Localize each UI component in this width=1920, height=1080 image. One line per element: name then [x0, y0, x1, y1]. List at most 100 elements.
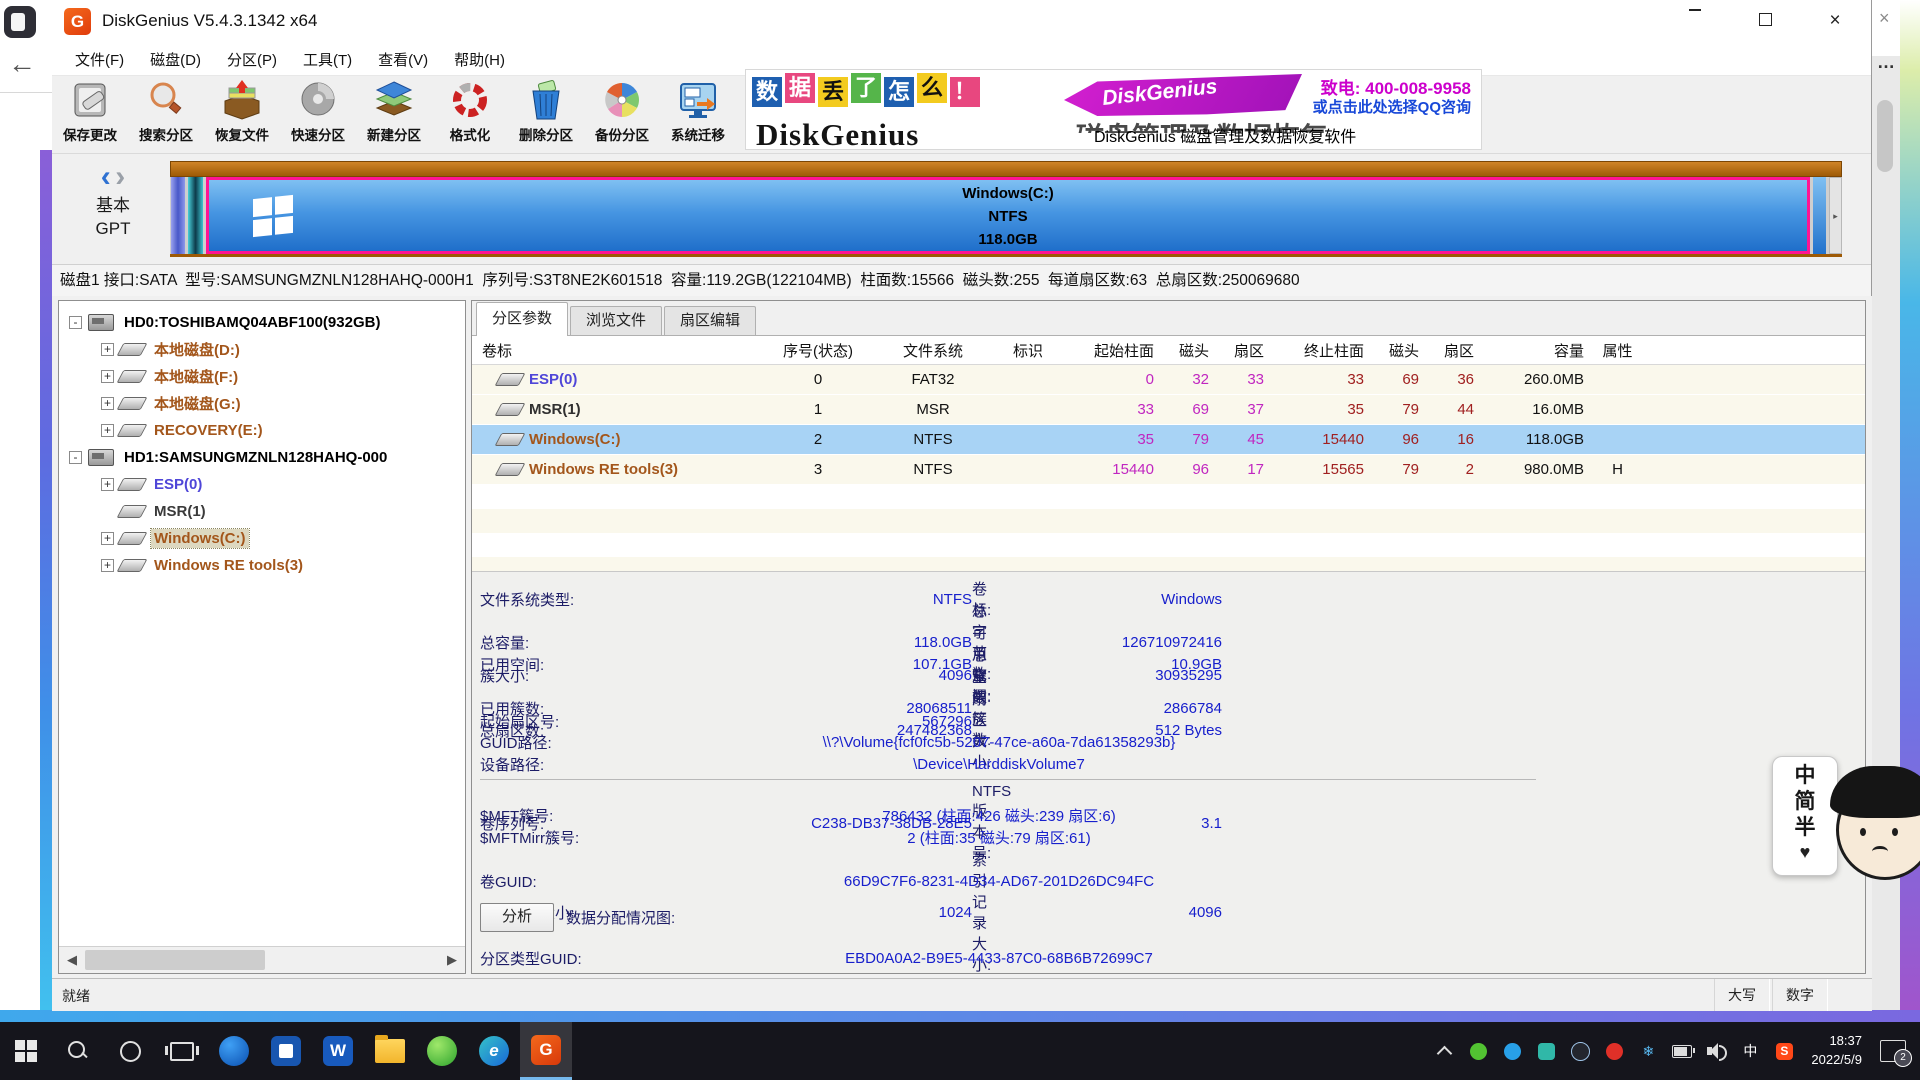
tab-sector-edit[interactable]: 扇区编辑	[664, 306, 756, 335]
partition-block-esp[interactable]	[171, 177, 185, 254]
minimize-button[interactable]	[1672, 4, 1718, 38]
column-header[interactable]: 起始柱面	[1068, 340, 1160, 361]
column-header[interactable]: 终止柱面	[1270, 340, 1370, 361]
column-header[interactable]: 属性	[1590, 340, 1645, 361]
expand-icon[interactable]: +	[101, 559, 114, 572]
column-header[interactable]: 卷标	[472, 340, 758, 361]
collapse-icon[interactable]: -	[69, 316, 82, 329]
hidden-icons-chevron[interactable]	[1434, 1041, 1454, 1061]
back-arrow-icon[interactable]: ←	[8, 48, 36, 80]
task-view-button[interactable]	[156, 1022, 208, 1080]
scroll-left-icon[interactable]: ◀	[59, 947, 85, 973]
scrollbar-thumb[interactable]	[85, 950, 265, 970]
taskbar-app-edge[interactable]: e	[468, 1022, 520, 1080]
backup-partition-button[interactable]: 备份分区	[584, 76, 660, 150]
titlebar[interactable]: G DiskGenius V5.4.3.1342 x64 ×	[52, 0, 1871, 44]
tree-horizontal-scrollbar[interactable]: ◀ ▶	[59, 946, 465, 973]
tray-snowflake[interactable]: ❄	[1638, 1041, 1658, 1061]
background-close-icon[interactable]: ×	[1879, 8, 1890, 29]
taskbar-app-word[interactable]: W	[312, 1022, 364, 1080]
tray-sogou[interactable]: S	[1774, 1041, 1794, 1061]
recover-files-button[interactable]: 恢复文件	[204, 76, 280, 150]
new-partition-button[interactable]: 新建分区	[356, 76, 432, 150]
column-header[interactable]: 扇区	[1425, 340, 1480, 361]
system-migration-button[interactable]: 系统迁移	[660, 76, 736, 150]
tray-qq[interactable]	[1570, 1041, 1590, 1061]
menu-view[interactable]: 查看(V)	[365, 44, 441, 75]
tree-item-esp-0-[interactable]: +ESP(0)	[59, 471, 465, 498]
expand-icon[interactable]: +	[101, 343, 114, 356]
taskbar-app-thunder[interactable]	[208, 1022, 260, 1080]
taskbar-clock[interactable]: 18:37 2022/5/9	[1811, 1032, 1862, 1070]
menu-partition[interactable]: 分区(P)	[214, 44, 290, 75]
taskbar-app-diskgenius[interactable]: G	[520, 1022, 572, 1080]
column-header[interactable]: 容量	[1480, 340, 1590, 361]
partition-block-msr[interactable]	[188, 177, 203, 254]
tree-item--g-[interactable]: +本地磁盘(G:)	[59, 390, 465, 417]
tree-item--d-[interactable]: +本地磁盘(D:)	[59, 336, 465, 363]
tray-volume[interactable]	[1706, 1041, 1726, 1061]
tray-messenger[interactable]	[1502, 1041, 1522, 1061]
partition-block-re-tools[interactable]	[1813, 177, 1826, 254]
cortana-button[interactable]	[104, 1022, 156, 1080]
tray-security[interactable]	[1604, 1041, 1624, 1061]
taskbar-app-blue[interactable]	[260, 1022, 312, 1080]
expand-icon[interactable]: +	[101, 397, 114, 410]
partition-row-windows-re-tools-3-[interactable]: Windows RE tools(3)3NTFS1544096171556579…	[472, 455, 1865, 485]
tree-item-hd0-toshibamq04abf100-932gb-[interactable]: -HD0:TOSHIBAMQ04ABF100(932GB)	[59, 309, 465, 336]
menu-help[interactable]: 帮助(H)	[441, 44, 518, 75]
partition-row-msr-1-[interactable]: MSR(1)1MSR33693735794416.0MB	[472, 395, 1865, 425]
partition-row-esp-0-[interactable]: ESP(0)0FAT3203233336936260.0MB	[472, 365, 1865, 395]
close-button[interactable]: ×	[1812, 4, 1858, 38]
scroll-right-icon[interactable]: ▶	[439, 947, 465, 973]
search-partition-button[interactable]: 搜索分区	[128, 76, 204, 150]
column-header[interactable]: 磁头	[1370, 340, 1425, 361]
expand-icon[interactable]: +	[101, 424, 114, 437]
start-button[interactable]	[0, 1022, 52, 1080]
delete-partition-button[interactable]: 删除分区	[508, 76, 584, 150]
tree-item-msr-1-[interactable]: +MSR(1)	[59, 498, 465, 525]
ime-indicator[interactable]: 中	[1740, 1041, 1760, 1061]
tray-netdisk[interactable]	[1536, 1041, 1556, 1061]
column-header[interactable]: 文件系统	[878, 340, 988, 361]
tree-item-windows-c-[interactable]: +Windows(C:)	[59, 525, 465, 552]
disk-bar-scroll-arrow[interactable]: ▸	[1829, 177, 1842, 254]
menu-disk[interactable]: 磁盘(D)	[137, 44, 214, 75]
tray-battery[interactable]	[1672, 1041, 1692, 1061]
background-more-icon[interactable]: …	[1877, 52, 1895, 73]
format-button[interactable]: 格式化	[432, 76, 508, 150]
tree-item-hd1-samsungmznln128hahq-000[interactable]: -HD1:SAMSUNGMZNLN128HAHQ-000	[59, 444, 465, 471]
maximize-button[interactable]	[1742, 4, 1788, 38]
tray-wechat[interactable]	[1468, 1041, 1488, 1061]
tab-partition-parameters[interactable]: 分区参数	[476, 302, 568, 336]
previous-disk-icon[interactable]: ‹	[101, 160, 111, 193]
collapse-icon[interactable]: -	[69, 451, 82, 464]
column-header[interactable]: 扇区	[1215, 340, 1270, 361]
expand-icon[interactable]: +	[101, 478, 114, 491]
save-changes-button[interactable]: 保存更改	[52, 76, 128, 150]
menu-file[interactable]: 文件(F)	[62, 44, 137, 75]
background-app-icon[interactable]	[4, 6, 36, 38]
taskbar-app-360-browser[interactable]	[416, 1022, 468, 1080]
action-center-button[interactable]: 2	[1880, 1040, 1906, 1062]
tree-item--f-[interactable]: +本地磁盘(F:)	[59, 363, 465, 390]
next-disk-icon[interactable]: ›	[115, 160, 125, 193]
column-header[interactable]: 序号(状态)	[758, 340, 878, 361]
tab-browse-files[interactable]: 浏览文件	[570, 306, 662, 335]
background-scrollbar-thumb[interactable]	[1877, 100, 1893, 172]
expand-icon[interactable]: +	[101, 370, 114, 383]
tree-item-recovery-e-[interactable]: +RECOVERY(E:)	[59, 417, 465, 444]
quick-partition-button[interactable]: 快速分区	[280, 76, 356, 150]
ad-qq-link[interactable]: 或点击此处选择QQ咨询	[1313, 96, 1471, 117]
partition-row-windows-c-[interactable]: Windows(C:)2NTFS357945154409616118.0GB	[472, 425, 1865, 455]
analyze-button[interactable]: 分析	[480, 903, 554, 932]
partition-block-windows-c[interactable]: Windows(C:) NTFS 118.0GB	[206, 177, 1810, 254]
search-button[interactable]	[52, 1022, 104, 1080]
taskbar-app-file-explorer[interactable]	[364, 1022, 416, 1080]
column-header[interactable]: 磁头	[1160, 340, 1215, 361]
expand-icon[interactable]: +	[101, 532, 114, 545]
tree-item-windows-re-tools-3-[interactable]: +Windows RE tools(3)	[59, 552, 465, 579]
column-header[interactable]: 标识	[988, 340, 1068, 361]
menu-tools[interactable]: 工具(T)	[290, 44, 365, 75]
ad-banner[interactable]: 数据丢了怎么！ DiskGenius 磁盘管理及数据恢复 DiskGenius …	[745, 69, 1482, 150]
